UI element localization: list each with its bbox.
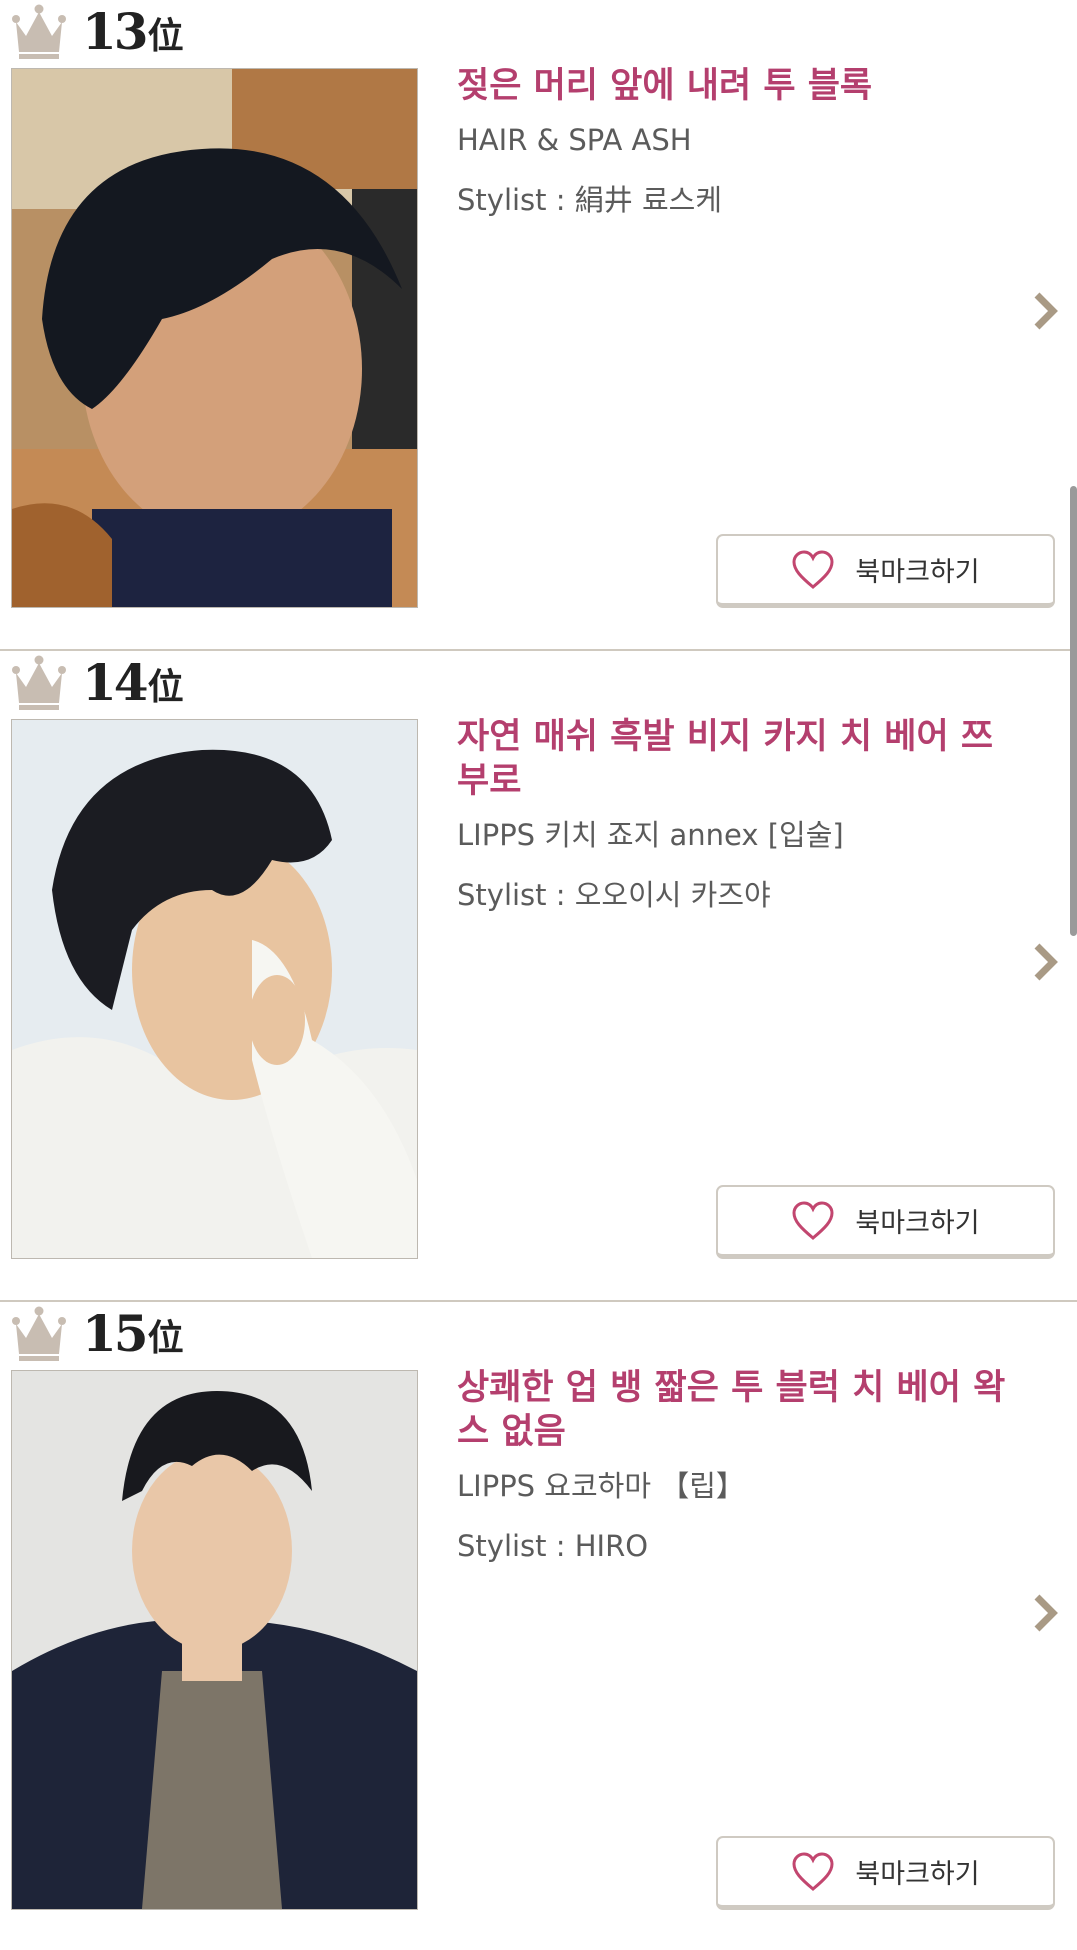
heart-icon bbox=[792, 549, 834, 589]
hairstyle-title[interactable]: 상쾌한 업 뱅 짧은 투 블럭 치 베어 왁스 없음 bbox=[457, 1366, 1017, 1454]
ranking-item[interactable]: 13 位 젖은 머리 앞에 내려 투 블록 HAIR & SPA ASH Sty… bbox=[0, 0, 1077, 651]
salon-name: HAIR & SPA ASH bbox=[457, 123, 692, 157]
stylist-name: Stylist : 오오이시 카즈야 bbox=[457, 878, 771, 912]
bookmark-label: 북마크하기 bbox=[855, 1859, 980, 1890]
rank-label: 13 位 bbox=[12, 0, 184, 64]
chevron-right-icon[interactable] bbox=[1031, 942, 1059, 982]
crown-icon bbox=[12, 655, 66, 710]
scrollbar[interactable] bbox=[1070, 486, 1077, 936]
chevron-right-icon[interactable] bbox=[1031, 1593, 1059, 1633]
rank-number: 14 bbox=[82, 653, 149, 712]
hairstyle-title[interactable]: 젖은 머리 앞에 내려 투 블록 bbox=[457, 64, 1017, 108]
rank-suffix: 位 bbox=[147, 15, 184, 57]
rank-label: 14 位 bbox=[12, 651, 184, 715]
item-info: 자연 매쉬 흑발 비지 카지 치 베어 쯔부로 LIPPS 키치 죠지 anne… bbox=[457, 715, 1017, 915]
hairstyle-photo[interactable] bbox=[11, 719, 418, 1259]
ranking-list: 13 位 젖은 머리 앞에 내려 투 블록 HAIR & SPA ASH Sty… bbox=[0, 0, 1077, 1950]
stylist-name: Stylist : HIRO bbox=[457, 1529, 649, 1563]
item-info: 상쾌한 업 뱅 짧은 투 블럭 치 베어 왁스 없음 LIPPS 요코하마 【립… bbox=[457, 1366, 1017, 1566]
bookmark-button[interactable]: 북마크하기 bbox=[716, 1836, 1055, 1910]
rank-suffix: 位 bbox=[147, 666, 184, 708]
ranking-item[interactable]: 15 位 상쾌한 업 뱅 짧은 투 블럭 치 베어 왁스 없음 LIPPS 요코… bbox=[0, 1302, 1077, 1950]
hairstyle-title[interactable]: 자연 매쉬 흑발 비지 카지 치 베어 쯔부로 bbox=[457, 715, 1017, 803]
bookmark-button[interactable]: 북마크하기 bbox=[716, 1185, 1055, 1259]
crown-icon bbox=[12, 4, 66, 59]
stylist-name: Stylist : 絹井 료스케 bbox=[457, 183, 723, 217]
hairstyle-photo[interactable] bbox=[11, 1370, 418, 1910]
rank-label: 15 位 bbox=[12, 1302, 184, 1366]
heart-icon bbox=[792, 1200, 834, 1240]
rank-number: 13 bbox=[82, 2, 149, 61]
heart-icon bbox=[792, 1851, 834, 1891]
hairstyle-photo[interactable] bbox=[11, 68, 418, 608]
bookmark-label: 북마크하기 bbox=[855, 1208, 980, 1239]
bookmark-label: 북마크하기 bbox=[855, 557, 980, 588]
ranking-item[interactable]: 14 位 자연 매쉬 흑발 비지 카지 치 베어 쯔부로 LIPPS 키치 죠지… bbox=[0, 651, 1077, 1302]
item-info: 젖은 머리 앞에 내려 투 블록 HAIR & SPA ASH Stylist … bbox=[457, 64, 1017, 220]
rank-suffix: 位 bbox=[147, 1317, 184, 1359]
salon-name: LIPPS 요코하마 【립】 bbox=[457, 1469, 745, 1503]
bookmark-button[interactable]: 북마크하기 bbox=[716, 534, 1055, 608]
rank-number: 15 bbox=[82, 1304, 149, 1363]
salon-name: LIPPS 키치 죠지 annex [입술] bbox=[457, 818, 844, 852]
chevron-right-icon[interactable] bbox=[1031, 291, 1059, 331]
crown-icon bbox=[12, 1306, 66, 1361]
